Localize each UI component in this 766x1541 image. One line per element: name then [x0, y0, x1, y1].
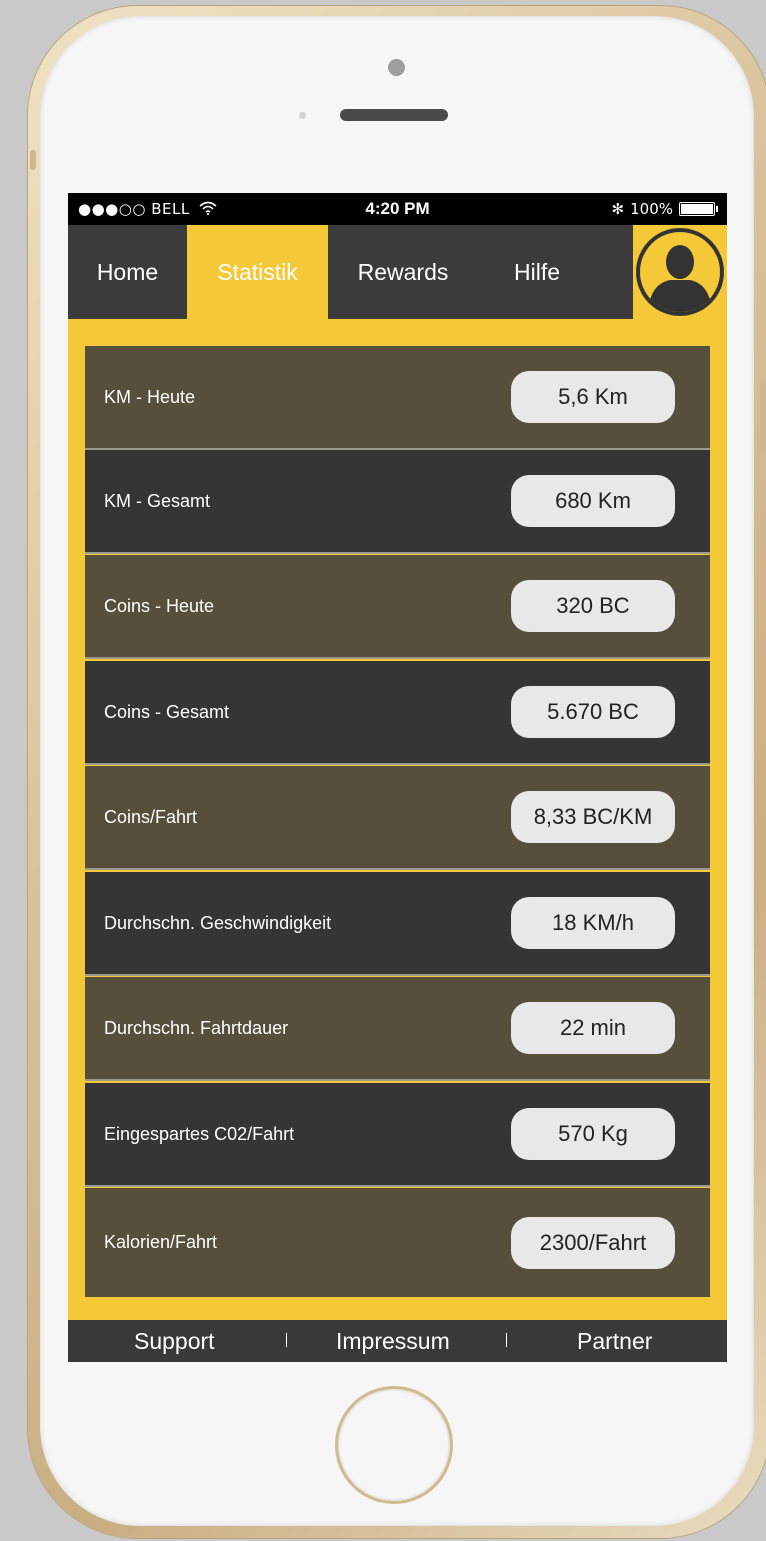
stat-label: Durchschn. Geschwindigkeit	[104, 912, 332, 933]
stat-row-fahrtdauer: Durchschn. Fahrtdauer 22 min	[85, 977, 710, 1081]
stat-label: Coins - Gesamt	[104, 701, 230, 722]
stat-label: Coins - Heute	[104, 595, 215, 616]
stat-row-coins-fahrt: Coins/Fahrt 8,33 BC/KM	[85, 766, 710, 870]
stat-row-coins-heute: Coins - Heute 320 BC	[85, 555, 710, 659]
battery-status: ✻ 100%	[611, 200, 718, 218]
stat-label: Kalorien/Fahrt	[104, 1232, 218, 1252]
battery-icon	[679, 202, 718, 216]
stat-row-km-gesamt: KM - Gesamt 680 Km	[85, 450, 710, 554]
stat-value: 18 KM/h	[511, 897, 675, 949]
proximity-sensor	[299, 112, 306, 119]
mute-switch	[30, 150, 36, 170]
stat-label: Eingespartes C02/Fahrt	[104, 1123, 295, 1144]
stat-row-co2: Eingespartes C02/Fahrt 570 Kg	[85, 1083, 710, 1187]
earpiece-speaker	[340, 109, 448, 121]
front-camera	[388, 59, 405, 76]
app-screen: ●●●○○ BELL 4:20 PM ✻ 100% Home Statistik…	[68, 193, 727, 1362]
battery-percent: 100%	[630, 200, 673, 218]
stat-label: Durchschn. Fahrtdauer	[104, 1017, 289, 1038]
footer-bar: Support Impressum Partner	[68, 1320, 727, 1362]
stat-label: Coins/Fahrt	[104, 806, 198, 827]
home-button[interactable]	[335, 1386, 453, 1504]
stat-row-kalorien: Kalorien/Fahrt 2300/Fahrt	[85, 1188, 710, 1297]
stat-value: 5.670 BC	[511, 686, 675, 738]
stat-label: KM - Heute	[104, 386, 196, 407]
stat-value: 22 min	[511, 1002, 675, 1054]
tab-statistik[interactable]: Statistik	[187, 225, 328, 319]
stat-value: 5,6 Km	[511, 371, 675, 423]
tab-hilfe[interactable]: Hilfe	[478, 225, 596, 319]
bluetooth-icon: ✻	[611, 200, 625, 218]
stat-value: 8,33 BC/KM	[511, 791, 675, 843]
footer-divider	[506, 1333, 507, 1347]
stat-value: 680 Km	[511, 475, 675, 527]
footer-support-link[interactable]: Support	[134, 1328, 215, 1355]
statistics-list: KM - Heute 5,6 Km KM - Gesamt 680 Km Coi…	[85, 346, 710, 1297]
avatar[interactable]	[633, 225, 727, 319]
status-bar: ●●●○○ BELL 4:20 PM ✻ 100%	[68, 193, 727, 225]
footer-partner-link[interactable]: Partner	[577, 1328, 652, 1355]
footer-impressum-link[interactable]: Impressum	[336, 1328, 450, 1355]
stat-value: 320 BC	[511, 580, 675, 632]
stat-row-geschwindigkeit: Durchschn. Geschwindigkeit 18 KM/h	[85, 872, 710, 976]
tab-home[interactable]: Home	[68, 225, 187, 319]
stat-value: 2300/Fahrt	[511, 1216, 675, 1269]
stat-value: 570 Kg	[511, 1108, 675, 1160]
stat-row-km-heute: KM - Heute 5,6 Km	[85, 346, 710, 450]
user-avatar-icon	[636, 228, 724, 316]
footer-divider	[286, 1333, 287, 1347]
stat-row-coins-gesamt: Coins - Gesamt 5.670 BC	[85, 661, 710, 765]
main-nav: Home Statistik Rewards Hilfe	[68, 225, 633, 319]
tab-rewards[interactable]: Rewards	[328, 225, 478, 319]
power-button	[760, 380, 766, 450]
stat-label: KM - Gesamt	[104, 490, 211, 511]
